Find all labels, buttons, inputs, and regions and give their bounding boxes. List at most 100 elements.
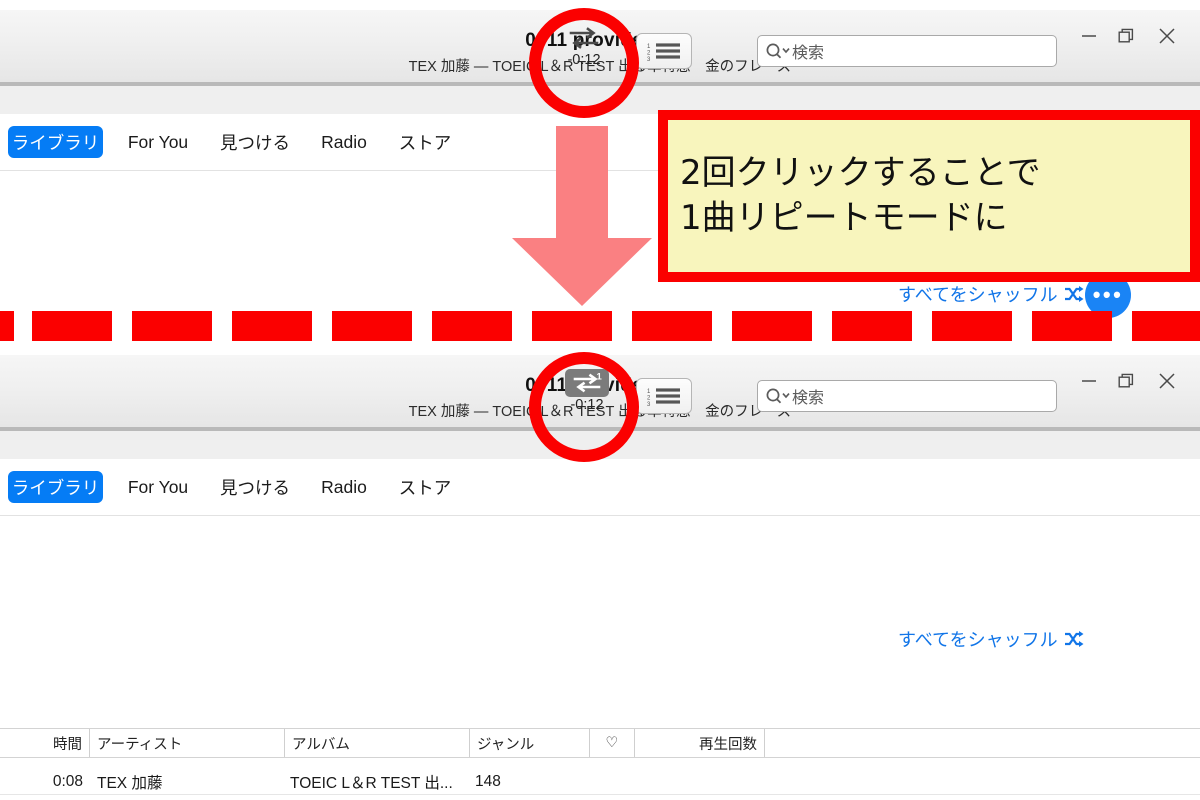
svg-text:3: 3 <box>647 57 651 61</box>
cell-album: TOEIC L＆R TEST 出... <box>290 775 453 792</box>
tab-browse-bottom[interactable]: 見つける <box>213 471 297 503</box>
close-icon-top <box>1159 28 1175 44</box>
column-header-plays-label: 再生回数 <box>699 736 757 753</box>
tabbar-top: ライブラリ For You 見つける Radio ストア <box>0 114 1200 170</box>
tab-browse-top[interactable]: 見つける <box>213 126 297 158</box>
tab-radio-label-top: Radio <box>321 131 367 152</box>
restore-icon-top <box>1118 28 1134 43</box>
tab-radio-bottom[interactable]: Radio <box>308 471 380 503</box>
tab-library-bottom[interactable]: ライブラリ <box>8 471 103 503</box>
window-top-edge-bottom <box>0 345 1200 355</box>
shuffle-all-link-top[interactable]: すべてをシャッフル <box>898 281 1088 307</box>
dash-segment <box>932 311 1012 341</box>
queue-button-bottom[interactable]: 1 2 3 <box>636 378 692 414</box>
tab-for-you-label-top: For You <box>127 131 189 152</box>
tab-browse-label-bottom: 見つける <box>220 477 290 498</box>
repeat-button-top[interactable]: -0:12 <box>554 24 614 78</box>
column-header-artist-label: アーティスト <box>97 736 183 753</box>
column-header-plays[interactable]: 再生回数 <box>635 729 765 757</box>
search-input-top[interactable]: 検索 <box>757 35 1057 67</box>
column-header-time[interactable]: 時間 <box>0 729 90 757</box>
shuffle-all-label-top: すべてをシャッフル <box>898 285 1058 305</box>
shuffle-all-label-bottom: すべてをシャッフル <box>898 630 1058 650</box>
tabbar-bottom: ライブラリ For You 見つける Radio ストア <box>0 459 1200 515</box>
queue-list-icon-bottom: 1 2 3 <box>647 388 680 406</box>
repeat-icon-top <box>562 24 606 52</box>
shuffle-all-link-bottom[interactable]: すべてをシャッフル <box>898 626 1088 652</box>
dash-segment <box>532 311 612 341</box>
search-placeholder-bottom: 検索 <box>792 390 825 407</box>
dash-segment <box>632 311 712 341</box>
column-header-artist[interactable]: アーティスト <box>90 729 285 757</box>
content-area-bottom <box>0 516 1200 716</box>
minimize-button-bottom[interactable] <box>1070 366 1108 396</box>
dash-segment <box>832 311 912 341</box>
repeat-one-icon-bottom: 1 <box>565 369 609 397</box>
cell-time: 0:08 <box>52 773 83 790</box>
column-header-loved[interactable]: ♡ <box>590 729 635 757</box>
minimize-icon-bottom <box>1082 380 1096 382</box>
restore-icon-bottom <box>1118 373 1134 388</box>
heart-icon: ♡ <box>605 735 619 751</box>
restore-button-top[interactable] <box>1108 21 1146 51</box>
tab-store-label-bottom: ストア <box>398 477 452 498</box>
repeat-button-bottom[interactable]: 1 -0:12 <box>557 369 617 423</box>
track-table-header: 時間 アーティスト アルバム ジャンル ♡ 再生回数 <box>0 728 1200 758</box>
dash-segment <box>32 311 112 341</box>
svg-text:1: 1 <box>647 389 651 395</box>
shuffle-icon-bottom <box>1064 631 1084 647</box>
repeat-one-icon-svg-bottom: 1 <box>573 372 603 393</box>
svg-text:2: 2 <box>647 396 651 402</box>
tab-radio-label-bottom: Radio <box>321 476 367 497</box>
svg-text:1: 1 <box>647 44 651 50</box>
cell-genre: 148 <box>475 773 501 790</box>
column-header-genre[interactable]: ジャンル <box>470 729 590 757</box>
tab-library-label-top: ライブラリ <box>11 132 100 153</box>
column-header-time-label: 時間 <box>53 736 82 753</box>
header-subbar-bottom <box>0 431 1200 459</box>
restore-button-bottom[interactable] <box>1108 366 1146 396</box>
tab-library-label-bottom: ライブラリ <box>11 477 100 498</box>
tab-store-bottom[interactable]: ストア <box>392 471 458 503</box>
tab-browse-label-top: 見つける <box>220 132 290 153</box>
dash-segment <box>232 311 312 341</box>
table-row[interactable]: 0:08 TEX 加藤 TOEIC L＆R TEST 出... 148 <box>0 758 1200 792</box>
cell-artist: TEX 加藤 <box>97 775 163 792</box>
close-icon-bottom <box>1159 373 1175 389</box>
queue-list-icon-top: 1 2 3 <box>647 43 680 61</box>
dash-segment <box>432 311 512 341</box>
itunes-window-top: 0011 provide••• TEX 加藤 — TOEIC L＆R TEST … <box>0 0 1200 340</box>
minimize-icon-top <box>1082 35 1096 37</box>
dash-segment <box>0 311 14 341</box>
tab-store-label-top: ストア <box>398 132 452 153</box>
tab-for-you-bottom[interactable]: For You <box>115 471 201 503</box>
tab-store-top[interactable]: ストア <box>392 126 458 158</box>
dash-segment <box>332 311 412 341</box>
header-subbar-top <box>0 86 1200 114</box>
dash-segment <box>1032 311 1112 341</box>
svg-text:3: 3 <box>647 402 651 406</box>
dash-segment <box>732 311 812 341</box>
column-header-album-label: アルバム <box>292 736 350 753</box>
window-top-edge-top <box>0 0 1200 10</box>
column-header-genre-label: ジャンル <box>477 736 535 753</box>
tab-for-you-label-bottom: For You <box>127 476 189 497</box>
close-button-bottom[interactable] <box>1148 366 1186 396</box>
dash-segment <box>1132 311 1200 341</box>
tab-radio-top[interactable]: Radio <box>308 126 380 158</box>
minimize-button-top[interactable] <box>1070 21 1108 51</box>
svg-text:2: 2 <box>647 51 651 57</box>
tab-library-top[interactable]: ライブラリ <box>8 126 103 158</box>
screenshot-root: 0011 provide••• TEX 加藤 — TOEIC L＆R TEST … <box>0 0 1200 800</box>
cut-divider-dashes <box>0 311 1200 341</box>
queue-button-top[interactable]: 1 2 3 <box>636 33 692 69</box>
column-header-album[interactable]: アルバム <box>285 729 470 757</box>
close-button-top[interactable] <box>1148 21 1186 51</box>
svg-text:1: 1 <box>597 372 603 383</box>
search-placeholder-top: 検索 <box>792 45 825 62</box>
tab-for-you-top[interactable]: For You <box>115 126 201 158</box>
search-input-bottom[interactable]: 検索 <box>757 380 1057 412</box>
repeat-all-icon-svg-top <box>569 27 599 49</box>
remaining-time-top: -0:12 <box>567 52 601 68</box>
search-icon-bottom <box>766 388 790 404</box>
